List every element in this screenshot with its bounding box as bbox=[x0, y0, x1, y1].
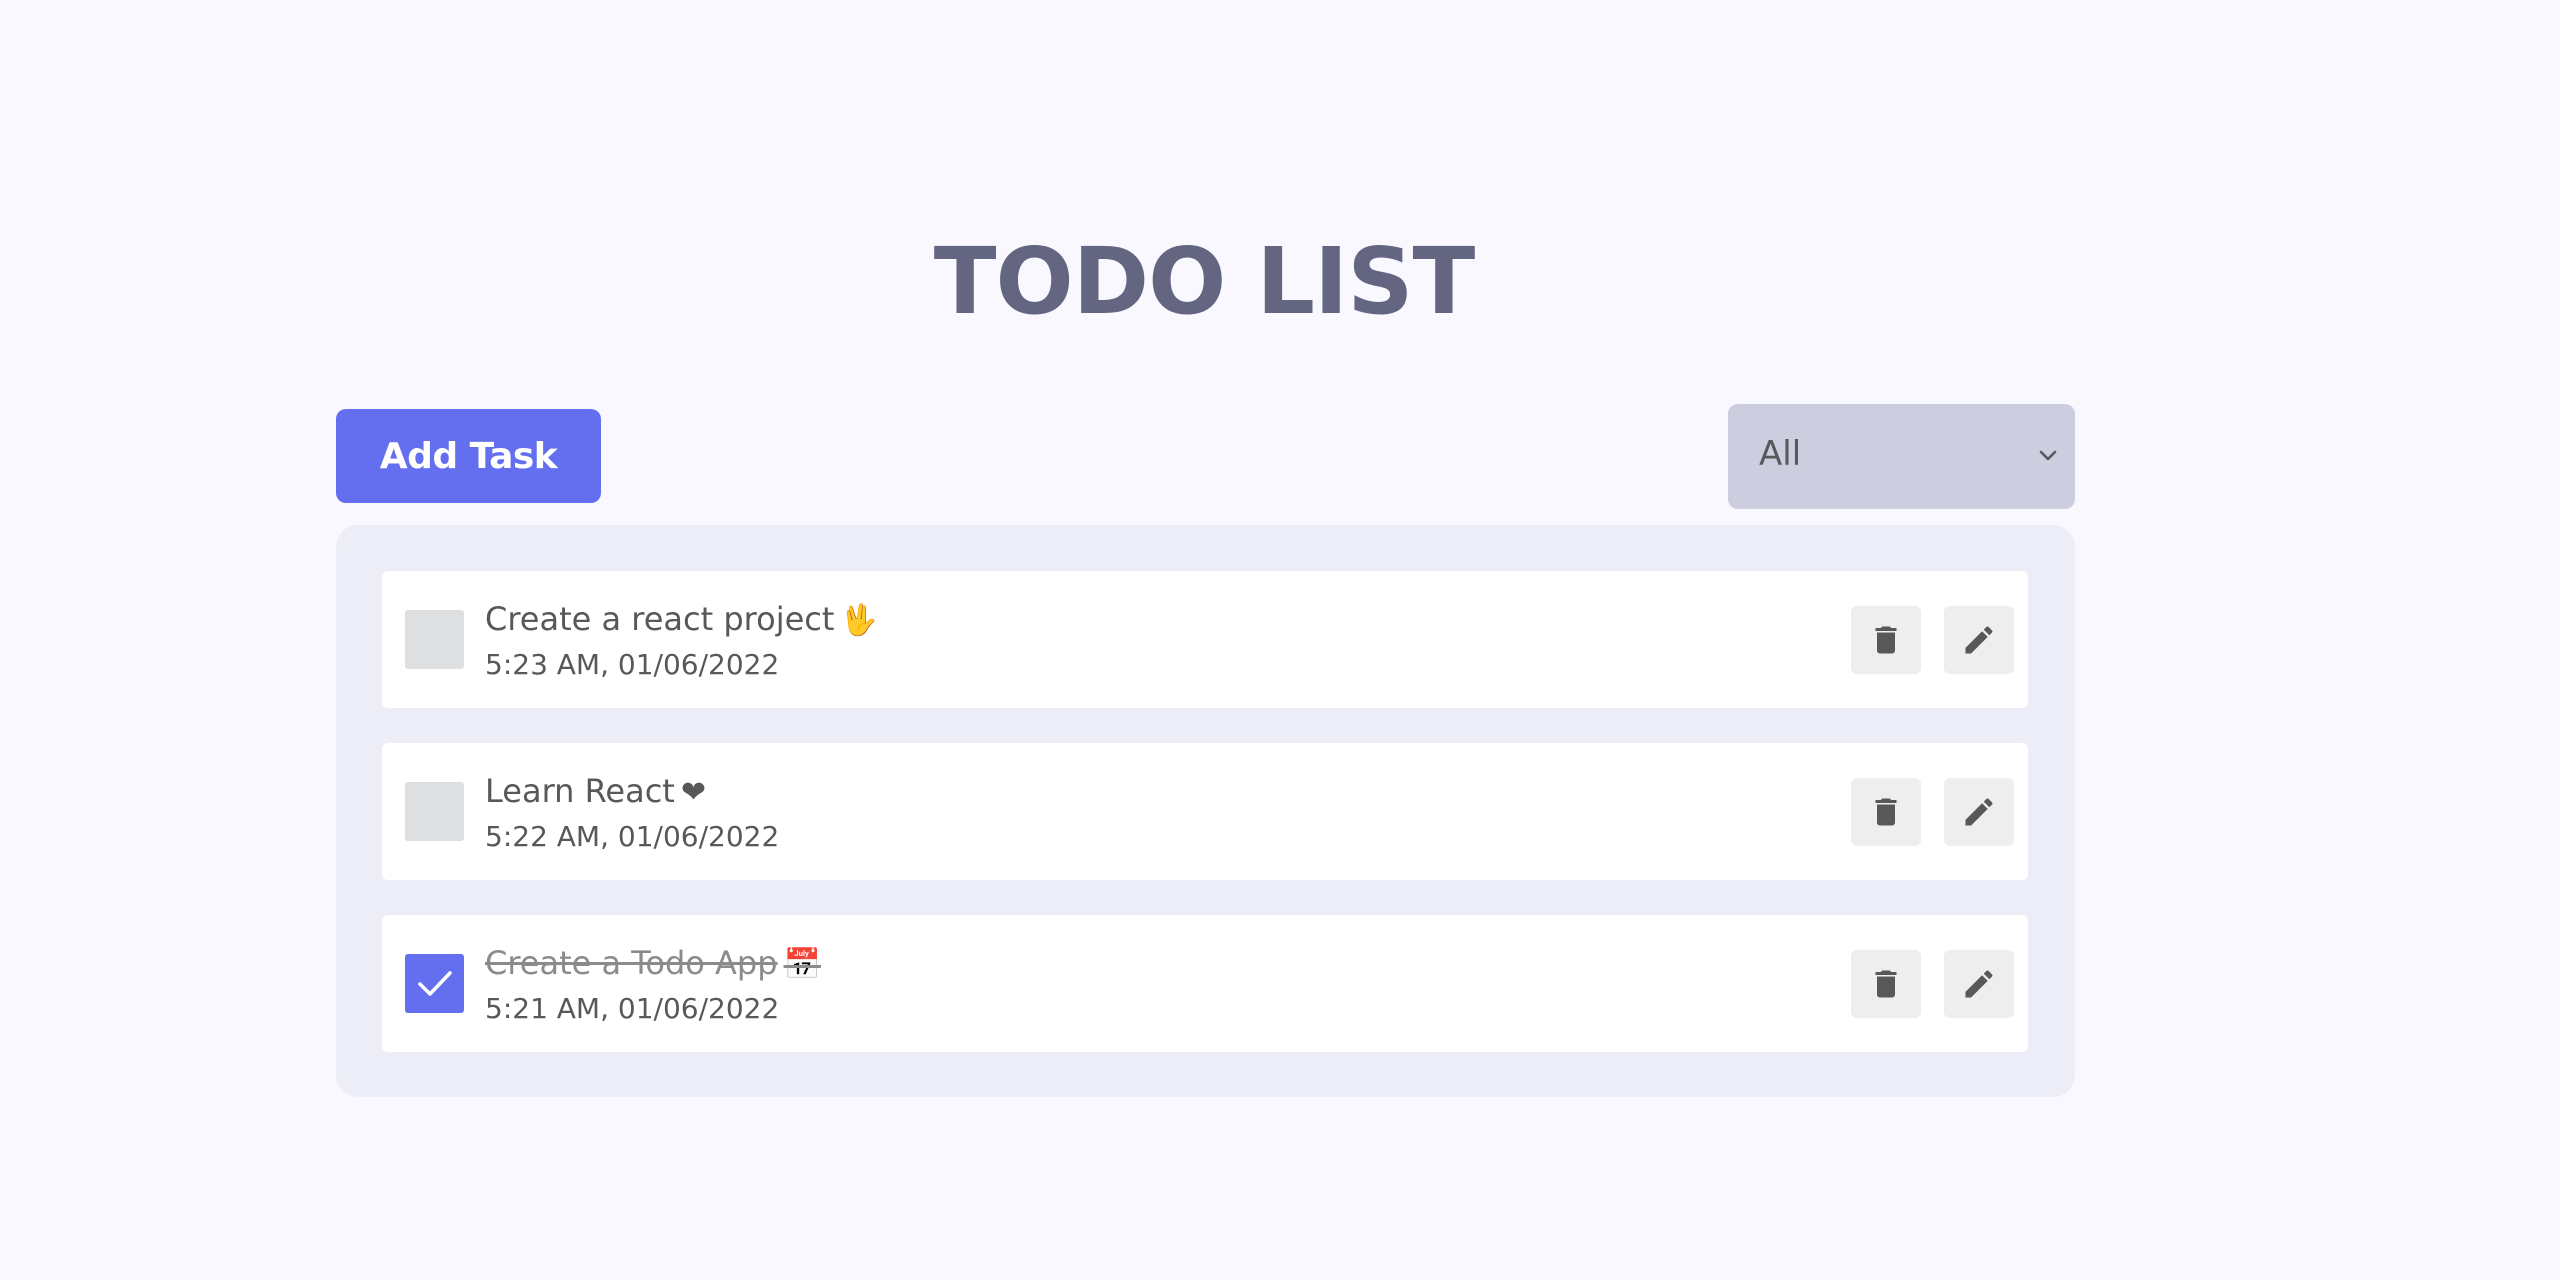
status-filter-select[interactable]: All bbox=[1728, 404, 2075, 509]
task-title: Learn React ❤ bbox=[485, 772, 706, 810]
chevron-down-icon bbox=[2039, 450, 2057, 461]
task-checkbox[interactable] bbox=[405, 782, 464, 841]
toolbar: Add Task All bbox=[336, 404, 2075, 509]
task-title: Create a Todo App 📅 bbox=[485, 944, 821, 982]
filter-selected-value: All bbox=[1759, 434, 1802, 474]
task-timestamp: 5:22 AM, 01/06/2022 bbox=[485, 820, 780, 853]
task-checkbox[interactable] bbox=[405, 954, 464, 1013]
task-checkbox[interactable] bbox=[405, 610, 464, 669]
trash-icon bbox=[1875, 798, 1897, 826]
task-item: Create a Todo App 📅 5:21 AM, 01/06/2022 bbox=[382, 915, 2028, 1052]
edit-task-button[interactable] bbox=[1944, 606, 2014, 674]
page-title: TODO LIST bbox=[933, 228, 1475, 335]
task-list: Create a react project 🖖 5:23 AM, 01/06/2… bbox=[336, 525, 2075, 1097]
edit-task-button[interactable] bbox=[1944, 950, 2014, 1018]
pencil-icon bbox=[1965, 970, 1993, 998]
delete-task-button[interactable] bbox=[1851, 606, 1921, 674]
todo-app: TODO LIST Add Task All Create a react pr… bbox=[0, 0, 2560, 1280]
task-emoji: ❤ bbox=[680, 775, 706, 810]
delete-task-button[interactable] bbox=[1851, 950, 1921, 1018]
checkmark-icon bbox=[418, 971, 452, 996]
pencil-icon bbox=[1965, 626, 1993, 654]
trash-icon bbox=[1875, 970, 1897, 998]
task-timestamp: 5:21 AM, 01/06/2022 bbox=[485, 992, 780, 1025]
edit-task-button[interactable] bbox=[1944, 778, 2014, 846]
pencil-icon bbox=[1965, 798, 1993, 826]
task-emoji: 🖖 bbox=[840, 603, 878, 638]
delete-task-button[interactable] bbox=[1851, 778, 1921, 846]
task-item: Create a react project 🖖 5:23 AM, 01/06/2… bbox=[382, 571, 2028, 708]
task-item: Learn React ❤ 5:22 AM, 01/06/2022 bbox=[382, 743, 2028, 880]
task-timestamp: 5:23 AM, 01/06/2022 bbox=[485, 648, 780, 681]
task-title: Create a react project 🖖 bbox=[485, 600, 878, 638]
add-task-button[interactable]: Add Task bbox=[336, 409, 601, 503]
trash-icon bbox=[1875, 626, 1897, 654]
task-emoji: 📅 bbox=[783, 947, 821, 982]
